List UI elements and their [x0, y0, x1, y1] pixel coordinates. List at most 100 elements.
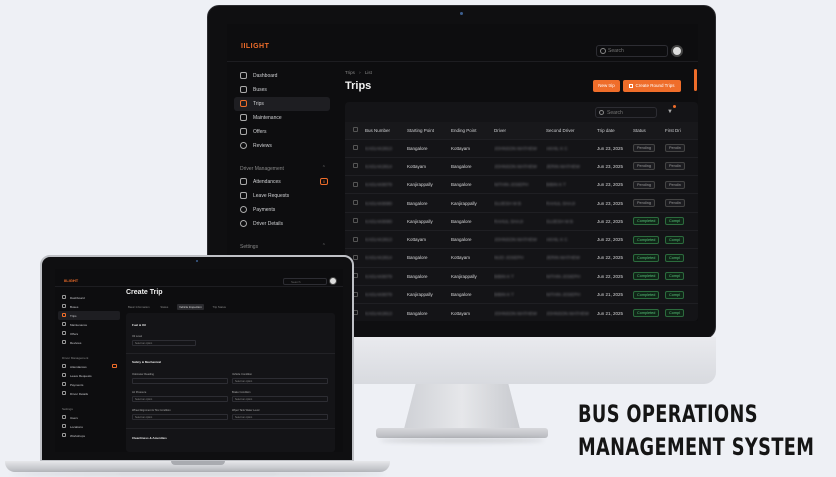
monitor-stand-foot — [376, 428, 548, 438]
new-trip-button[interactable]: New trip — [593, 80, 620, 92]
second-driver-cell: NITHIN JOSEPH — [546, 266, 597, 286]
air-pressure-label: Air Pressure — [132, 391, 147, 394]
sidebar-item-reviews[interactable]: Reviews — [58, 338, 120, 347]
sidebar-section-driver-management[interactable]: Driver Management — [58, 353, 120, 362]
cell-text: Jun 22, 2025 — [597, 273, 624, 279]
row-checkbox[interactable] — [353, 218, 358, 224]
breadcrumb-trips[interactable]: Trips — [345, 70, 355, 75]
tools-icon — [240, 114, 247, 121]
row-checkbox[interactable] — [353, 200, 358, 206]
table-row[interactable]: KA01AK2814 Bangalore Kottayam NIJO JOSEPH JE… — [345, 248, 698, 268]
column-header[interactable]: Ending Point — [451, 122, 494, 139]
table-row[interactable]: KA01AK8080 Kanjirappally Bangalore RAHUL SH… — [345, 211, 698, 231]
table-row[interactable]: KA01AK2813 Kottayam Bangalore JOHNSON MATHE… — [345, 229, 698, 249]
sidebar-item-label: Maintenance — [70, 323, 88, 327]
bus-number-cell: KA01AK8080 — [365, 193, 407, 213]
sidebar-item-leave-requests[interactable]: Leave Requests — [58, 371, 120, 380]
sidebar-item-trips[interactable]: Trips — [58, 311, 120, 320]
column-header[interactable]: Driver — [494, 122, 546, 139]
tab-status[interactable]: Status — [158, 304, 170, 310]
table-row[interactable]: KA01AK8079 Kanjirappally Bangalore NITHIN J… — [345, 175, 698, 194]
sidebar-item-buses[interactable]: Buses — [58, 302, 120, 311]
sidebar-item-offers[interactable]: Offers — [234, 125, 330, 139]
sidebar-item-workshops[interactable]: Workshops — [58, 431, 120, 440]
wheel-alignment-select[interactable]: Select an option — [132, 414, 228, 420]
sidebar-item-locations[interactable]: Locations — [58, 422, 120, 431]
search-input[interactable]: Search — [596, 45, 668, 57]
sidebar-item-leave-requests[interactable]: Leave Requests — [234, 189, 330, 203]
sidebar-item-label: Payments — [70, 383, 84, 387]
sidebar-item-dashboard[interactable]: Dashboard — [58, 293, 120, 302]
create-round-trips-button[interactable]: Create Round Trips — [623, 80, 681, 92]
tab-trip-status[interactable]: Trip Status — [210, 304, 227, 310]
oil-level-label: Oil Level — [132, 335, 143, 338]
air-pressure-select[interactable]: Select an option — [132, 396, 228, 402]
sidebar-item-reviews[interactable]: Reviews — [234, 139, 330, 153]
wiper-tank-select[interactable]: Select an option — [232, 414, 328, 420]
sidebar-item-attendances[interactable]: Attendances 0 — [234, 175, 330, 189]
status-badge: Compl — [665, 235, 684, 244]
table-row[interactable]: KA01AK8080 Bangalore Kanjirappally SUJESH M… — [345, 193, 698, 213]
status-cell: Pending — [633, 138, 665, 158]
sidebar-item-payments[interactable]: Payments — [58, 380, 120, 389]
search-input[interactable]: Search — [283, 278, 327, 285]
sidebar-section-settings[interactable]: Settings — [58, 404, 120, 413]
starting-point-cell: Bangalore — [407, 193, 451, 213]
row-checkbox-cell — [345, 175, 365, 194]
sidebar-item-users[interactable]: Users — [58, 413, 120, 422]
column-header[interactable]: Bus Number — [365, 122, 407, 139]
column-header[interactable]: Second Driver — [546, 122, 597, 139]
table-search-input[interactable]: Search — [595, 107, 657, 118]
sidebar-item-buses[interactable]: Buses — [234, 83, 330, 97]
sidebar-item-driver-details[interactable]: Driver Details — [58, 389, 120, 398]
sidebar-item-payments[interactable]: Payments — [234, 203, 330, 217]
odometer-input[interactable] — [132, 378, 228, 384]
sidebar-item-maintenance[interactable]: Maintenance — [58, 320, 120, 329]
sidebar-item-maintenance[interactable]: Maintenance — [234, 111, 330, 125]
bus-number-cell: KA01AK2813 — [365, 229, 407, 249]
status-badge: Pending — [633, 199, 655, 208]
column-header[interactable]: Trip date — [597, 122, 633, 139]
row-checkbox[interactable] — [353, 145, 358, 151]
sidebar-item-dashboard[interactable]: Dashboard — [234, 69, 330, 83]
row-checkbox-cell — [345, 156, 365, 176]
table-row[interactable]: KA01AK8079 Kanjirappally Bangalore BIBIN K … — [345, 284, 698, 304]
sidebar-item-offers[interactable]: Offers — [58, 329, 120, 338]
oil-level-select[interactable]: Select an option — [132, 340, 196, 346]
sidebar-section-driver-management[interactable]: Driver Management ⌃ — [234, 161, 330, 175]
cell-text: Kanjirappally — [451, 200, 477, 206]
avatar[interactable] — [671, 45, 683, 57]
row-checkbox[interactable] — [353, 236, 358, 242]
sidebar-item-driver-details[interactable]: Driver Details — [234, 217, 330, 231]
table-row[interactable]: KA01AK8079 Bangalore Kanjirappally BIBIN K … — [345, 266, 698, 286]
tab-basic-information[interactable]: Basic Information — [126, 304, 152, 310]
row-checkbox[interactable] — [353, 181, 358, 187]
scrollbar[interactable] — [694, 69, 697, 91]
tab-vehicle-inspection[interactable]: Vehicle Inspection — [177, 304, 204, 310]
cell-text: Jun 21, 2025 — [597, 292, 624, 298]
row-checkbox[interactable] — [353, 163, 358, 169]
table-row[interactable]: KA01AK2814 Kottayam Bangalore JOHNSON MATHE… — [345, 156, 698, 176]
bus-number-cell: KA01AK8080 — [365, 211, 407, 231]
row-checkbox[interactable] — [353, 254, 358, 260]
cell-text-redacted: RAHUL SHAJI — [546, 200, 576, 206]
avatar[interactable] — [329, 277, 337, 285]
table-header-row: Bus Number Starting Point Ending Point D… — [345, 122, 698, 139]
status-badge: Compl — [665, 309, 684, 318]
vehicle-condition-select[interactable]: Select an option — [232, 378, 328, 384]
select-all-checkbox[interactable] — [353, 127, 358, 133]
section-heading-safety: Safety & Mechanical — [132, 360, 162, 364]
sidebar-section-settings[interactable]: Settings ⌃ — [234, 239, 330, 253]
sidebar-item-attendances[interactable]: Attendances — [58, 362, 120, 371]
status-cell: Completed — [633, 229, 665, 249]
filter-icon[interactable]: ▼ — [667, 109, 673, 115]
trip-date-cell: Jun 22, 2025 — [597, 211, 633, 231]
column-header[interactable]: Starting Point — [407, 122, 451, 139]
sidebar-item-trips[interactable]: Trips — [234, 97, 330, 111]
table-row[interactable]: KA01AK2813 Bangalore Kottayam JOHNSON MATHE… — [345, 138, 698, 158]
app-logo[interactable]: IILIGHT — [64, 278, 78, 283]
app-logo[interactable]: IILIGHT — [241, 43, 269, 50]
brake-condition-select[interactable]: Select an option — [232, 396, 328, 402]
column-header[interactable]: First Dri — [665, 122, 698, 139]
table-row[interactable]: KA01AK2813 Bangalore Kottayam JOHNSON MATHE… — [345, 303, 698, 321]
